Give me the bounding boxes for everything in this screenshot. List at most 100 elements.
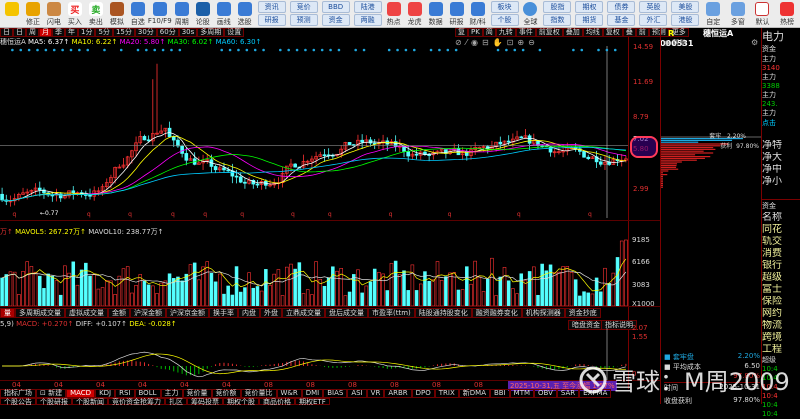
sector-item[interactable]: 保险 xyxy=(762,296,800,308)
toolbar-button[interactable]: 自定 xyxy=(701,0,725,27)
small-button[interactable]: 期货 xyxy=(575,14,604,26)
sector-item[interactable]: 网约 xyxy=(762,308,800,320)
toolbar-button[interactable]: 研报 xyxy=(447,0,467,27)
sector-item[interactable]: 富士 xyxy=(762,284,800,296)
small-button[interactable]: 预测 xyxy=(289,14,318,26)
indicator-bottom-tab[interactable]: 竞价额 xyxy=(211,389,241,398)
toolbar-button[interactable]: 数据 xyxy=(426,0,446,27)
period-tab[interactable]: 5分 xyxy=(95,28,113,37)
period-tab[interactable]: 月 xyxy=(39,28,52,37)
indicator-tab[interactable]: 市盈率(ttm) xyxy=(368,308,415,318)
period-tab[interactable]: 年 xyxy=(65,28,78,37)
forum-button[interactable]: 论股 xyxy=(193,0,213,27)
sector-item[interactable]: 消费 xyxy=(762,248,800,260)
indicator-bottom-tab[interactable]: DMI xyxy=(301,389,324,398)
period-tab[interactable]: 多周期 xyxy=(197,28,225,37)
small-button[interactable]: 英股 xyxy=(639,1,668,13)
small-button[interactable]: 个股 xyxy=(490,14,519,26)
chart-tool-button[interactable]: 复权 xyxy=(602,28,623,37)
period-tab[interactable]: 周 xyxy=(26,28,39,37)
indicator-tab[interactable]: 内盘 xyxy=(238,308,260,318)
small-button[interactable]: 期权 xyxy=(575,1,604,13)
indicator-tab[interactable]: 沪深京金额 xyxy=(166,308,209,318)
pen-button[interactable]: 画线 xyxy=(214,0,234,27)
period-tab[interactable]: 15分 xyxy=(112,28,135,37)
arrow-up-button[interactable] xyxy=(2,0,22,17)
indicator-bottom-tab[interactable]: ARBR xyxy=(384,389,412,398)
folder-button[interactable]: 自选 xyxy=(128,0,148,27)
global-button[interactable]: 全球 xyxy=(521,0,541,27)
toolbar-button[interactable]: 默认 xyxy=(751,0,775,27)
sector-item[interactable]: 银行 xyxy=(762,260,800,272)
sector-item[interactable]: 轨交 xyxy=(762,236,800,248)
chart-tool-button[interactable]: 均线 xyxy=(582,28,603,37)
indicator-tab[interactable]: 陆股通持股变化 xyxy=(414,308,472,318)
sector-item[interactable]: 超级 xyxy=(762,272,800,284)
small-button[interactable]: 债券 xyxy=(607,1,636,13)
small-button[interactable]: 竞价 xyxy=(289,1,318,13)
indicator-tab[interactable]: 机构探测器 xyxy=(521,308,565,318)
indicator-bottom-tab[interactable]: OBV xyxy=(534,389,557,398)
small-button[interactable]: 股指 xyxy=(543,1,572,13)
cycle-button[interactable]: 周期 xyxy=(172,0,192,27)
small-button[interactable]: 指数 xyxy=(543,14,572,26)
indicator-bottom-tab[interactable]: KDJ xyxy=(95,389,116,398)
chart-tool-button[interactable]: 简 xyxy=(482,28,496,37)
small-button[interactable]: 资金 xyxy=(321,14,350,26)
indicator-bottom-tab[interactable]: W&R xyxy=(276,389,302,398)
chart-tool-button[interactable]: 前复权 xyxy=(535,28,563,37)
indicator-bottom-tab[interactable]: 竞价量比 xyxy=(240,389,277,398)
gear-icon[interactable]: ⚙ xyxy=(751,38,758,47)
refresh-button[interactable]: 修正 xyxy=(23,0,43,27)
indicator-bottom-tab[interactable]: MTM xyxy=(509,389,535,398)
small-button[interactable]: 美股 xyxy=(671,1,700,13)
period-tab[interactable]: 30分 xyxy=(134,28,157,37)
toolbar-button[interactable]: 龙虎 xyxy=(405,0,425,27)
buy-button[interactable]: 买买入 xyxy=(65,0,85,27)
small-button[interactable]: 港股 xyxy=(671,14,700,26)
indicator-tab[interactable]: 多周期成交量 xyxy=(15,308,65,318)
chart-tool-button[interactable]: PK xyxy=(468,28,483,37)
indicator-tab[interactable]: 金额 xyxy=(108,308,130,318)
indicator-bottom-tab[interactable]: 新DMA xyxy=(458,389,490,398)
hammer-button[interactable]: 模拟 xyxy=(107,0,127,27)
period-tab[interactable]: 30s xyxy=(178,28,198,37)
indicator-tab[interactable]: 沪深金额 xyxy=(130,308,166,318)
chart-tool-button[interactable]: 叠加 xyxy=(562,28,583,37)
small-button[interactable]: 资讯 xyxy=(257,1,286,13)
small-button[interactable]: 板块 xyxy=(490,1,519,13)
indicator-tab[interactable]: 盘后成交量 xyxy=(325,308,368,318)
toolbar-button[interactable]: 热榜 xyxy=(775,0,799,27)
period-tab[interactable]: 日 xyxy=(13,28,26,37)
indicator-tab[interactable]: 立鼎成交量 xyxy=(282,308,325,318)
indicator-bottom-tab[interactable]: TRIX xyxy=(434,389,459,398)
indicator-tab[interactable]: 融资融券变化 xyxy=(471,308,522,318)
indicator-bottom-tab[interactable]: BIAS xyxy=(323,389,348,398)
candlestick-chart[interactable]: qqqqqqqqqqqq xyxy=(0,46,628,218)
sector-item[interactable]: 跨境 xyxy=(762,332,800,344)
help-link[interactable]: ◉ 帮助 xyxy=(664,38,686,48)
indicator-bottom-tab[interactable]: BOLL xyxy=(134,389,161,398)
chart-tool-button[interactable]: 前 xyxy=(635,28,649,37)
small-button[interactable]: 研报 xyxy=(257,14,286,26)
indicator-tab[interactable]: 虚拟成交量 xyxy=(65,308,108,318)
indicator-bottom-tab[interactable]: ⊡ 新建 xyxy=(36,389,67,398)
period-tab[interactable]: 60分 xyxy=(156,28,179,37)
sector-item[interactable]: 同花 xyxy=(762,224,800,236)
f10-button[interactable]: F10/F9 xyxy=(148,0,172,25)
toolbar-button[interactable]: 多窗 xyxy=(726,0,750,27)
indicator-bottom-tab[interactable]: VR xyxy=(366,389,385,398)
period-tab[interactable]: 1分 xyxy=(78,28,96,37)
fund-flow-item[interactable]: 点击 xyxy=(762,118,800,128)
indicator-tab[interactable]: 量 xyxy=(0,308,15,318)
chart-tool-button[interactable]: 九转 xyxy=(495,28,516,37)
indicator-tab[interactable]: 外盘 xyxy=(260,308,282,318)
small-button[interactable]: 两融 xyxy=(353,14,382,26)
sector-item[interactable]: 工程 xyxy=(762,344,800,356)
clock-button[interactable]: 闪电 xyxy=(44,0,64,27)
indicator-bottom-tab[interactable]: 主力 xyxy=(160,389,183,398)
chart-tool-button[interactable]: 叠 xyxy=(622,28,636,37)
indicator-tab[interactable]: 换手率 xyxy=(209,308,238,318)
indicator-bottom-tab[interactable]: RSI xyxy=(115,389,135,398)
small-button[interactable]: 基金 xyxy=(607,14,636,26)
